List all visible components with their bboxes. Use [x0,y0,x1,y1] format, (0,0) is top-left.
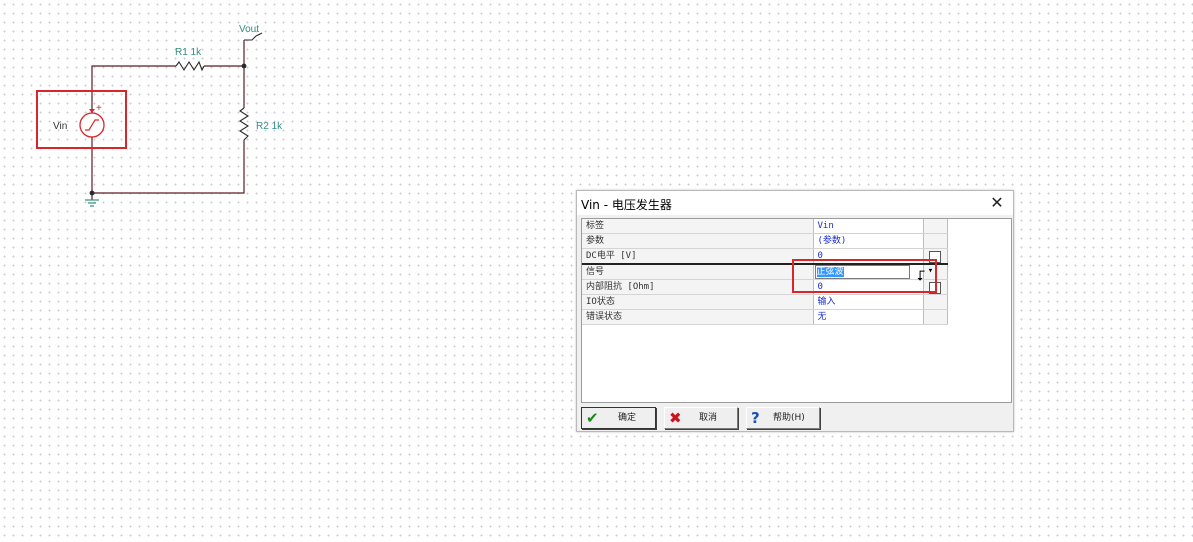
property-row-io-state[interactable]: IO状态 输入 [582,294,948,310]
junction-node [241,63,247,69]
properties-panel: 标签 Vin 参数 (参数) DC电平 [V] 0 信号 正弦波 ▾ 内部阻抗 … [581,218,1012,403]
ok-button-label: 确定 [618,413,637,423]
junction-node [89,190,95,196]
ok-button[interactable]: ✔ 确定 [581,407,656,429]
help-button-label: 帮助(H) [773,413,805,423]
voltage-generator-dialog: Vin - 电压发生器 ✕ 标签 Vin 参数 (参数) DC电平 [V] 0 [576,190,1014,432]
property-name: 标签 [582,219,814,234]
mouse-cursor-icon: ⮦ [917,268,926,284]
property-button-cell [923,294,948,310]
property-name: 参数 [582,233,814,249]
vin-plus-sign: + [96,103,102,114]
r1-label: R1 1k [175,47,202,58]
question-icon: ? [751,409,760,427]
property-button-cell [923,309,948,325]
wires [91,40,245,200]
property-name: 错误状态 [582,309,814,325]
signal-highlight-box [792,259,937,293]
cancel-button-label: 取消 [699,413,718,423]
cancel-button[interactable]: ✖ 取消 [664,407,738,429]
r1-resistor[interactable] [175,60,205,72]
property-button-cell [923,233,948,249]
property-value[interactable]: 无 [813,309,924,325]
property-row-error-state[interactable]: 错误状态 无 [582,309,948,325]
property-row-params[interactable]: 参数 (参数) [582,233,948,249]
r2-resistor[interactable] [238,107,250,141]
property-value[interactable]: Vin [813,219,924,234]
property-value[interactable]: 输入 [813,294,924,310]
property-value[interactable]: (参数) [813,233,924,249]
close-icon[interactable]: ✕ [987,193,1007,213]
help-button[interactable]: ? 帮助(H) [746,407,820,429]
property-name: IO状态 [582,294,814,310]
circuit-schematic: Vout R1 1k R2 1k Vin + [36,24,283,207]
r2-label: R2 1k [256,121,283,132]
vout-probe-icon[interactable] [244,35,257,41]
check-icon: ✔ [586,409,599,427]
vin-label: Vin [53,121,67,132]
property-name: 内部阻抗 [Ohm] [582,279,814,295]
ground-icon [85,199,99,207]
vout-label: Vout [239,24,259,35]
x-icon: ✖ [669,409,682,427]
property-name: 信号 [582,263,814,280]
property-name: DC电平 [V] [582,248,814,265]
dialog-titlebar[interactable]: Vin - 电压发生器 ✕ [577,191,1013,215]
property-button-cell [923,219,948,234]
dialog-title: Vin - 电压发生器 [581,198,672,212]
property-row-label[interactable]: 标签 Vin [582,219,948,234]
